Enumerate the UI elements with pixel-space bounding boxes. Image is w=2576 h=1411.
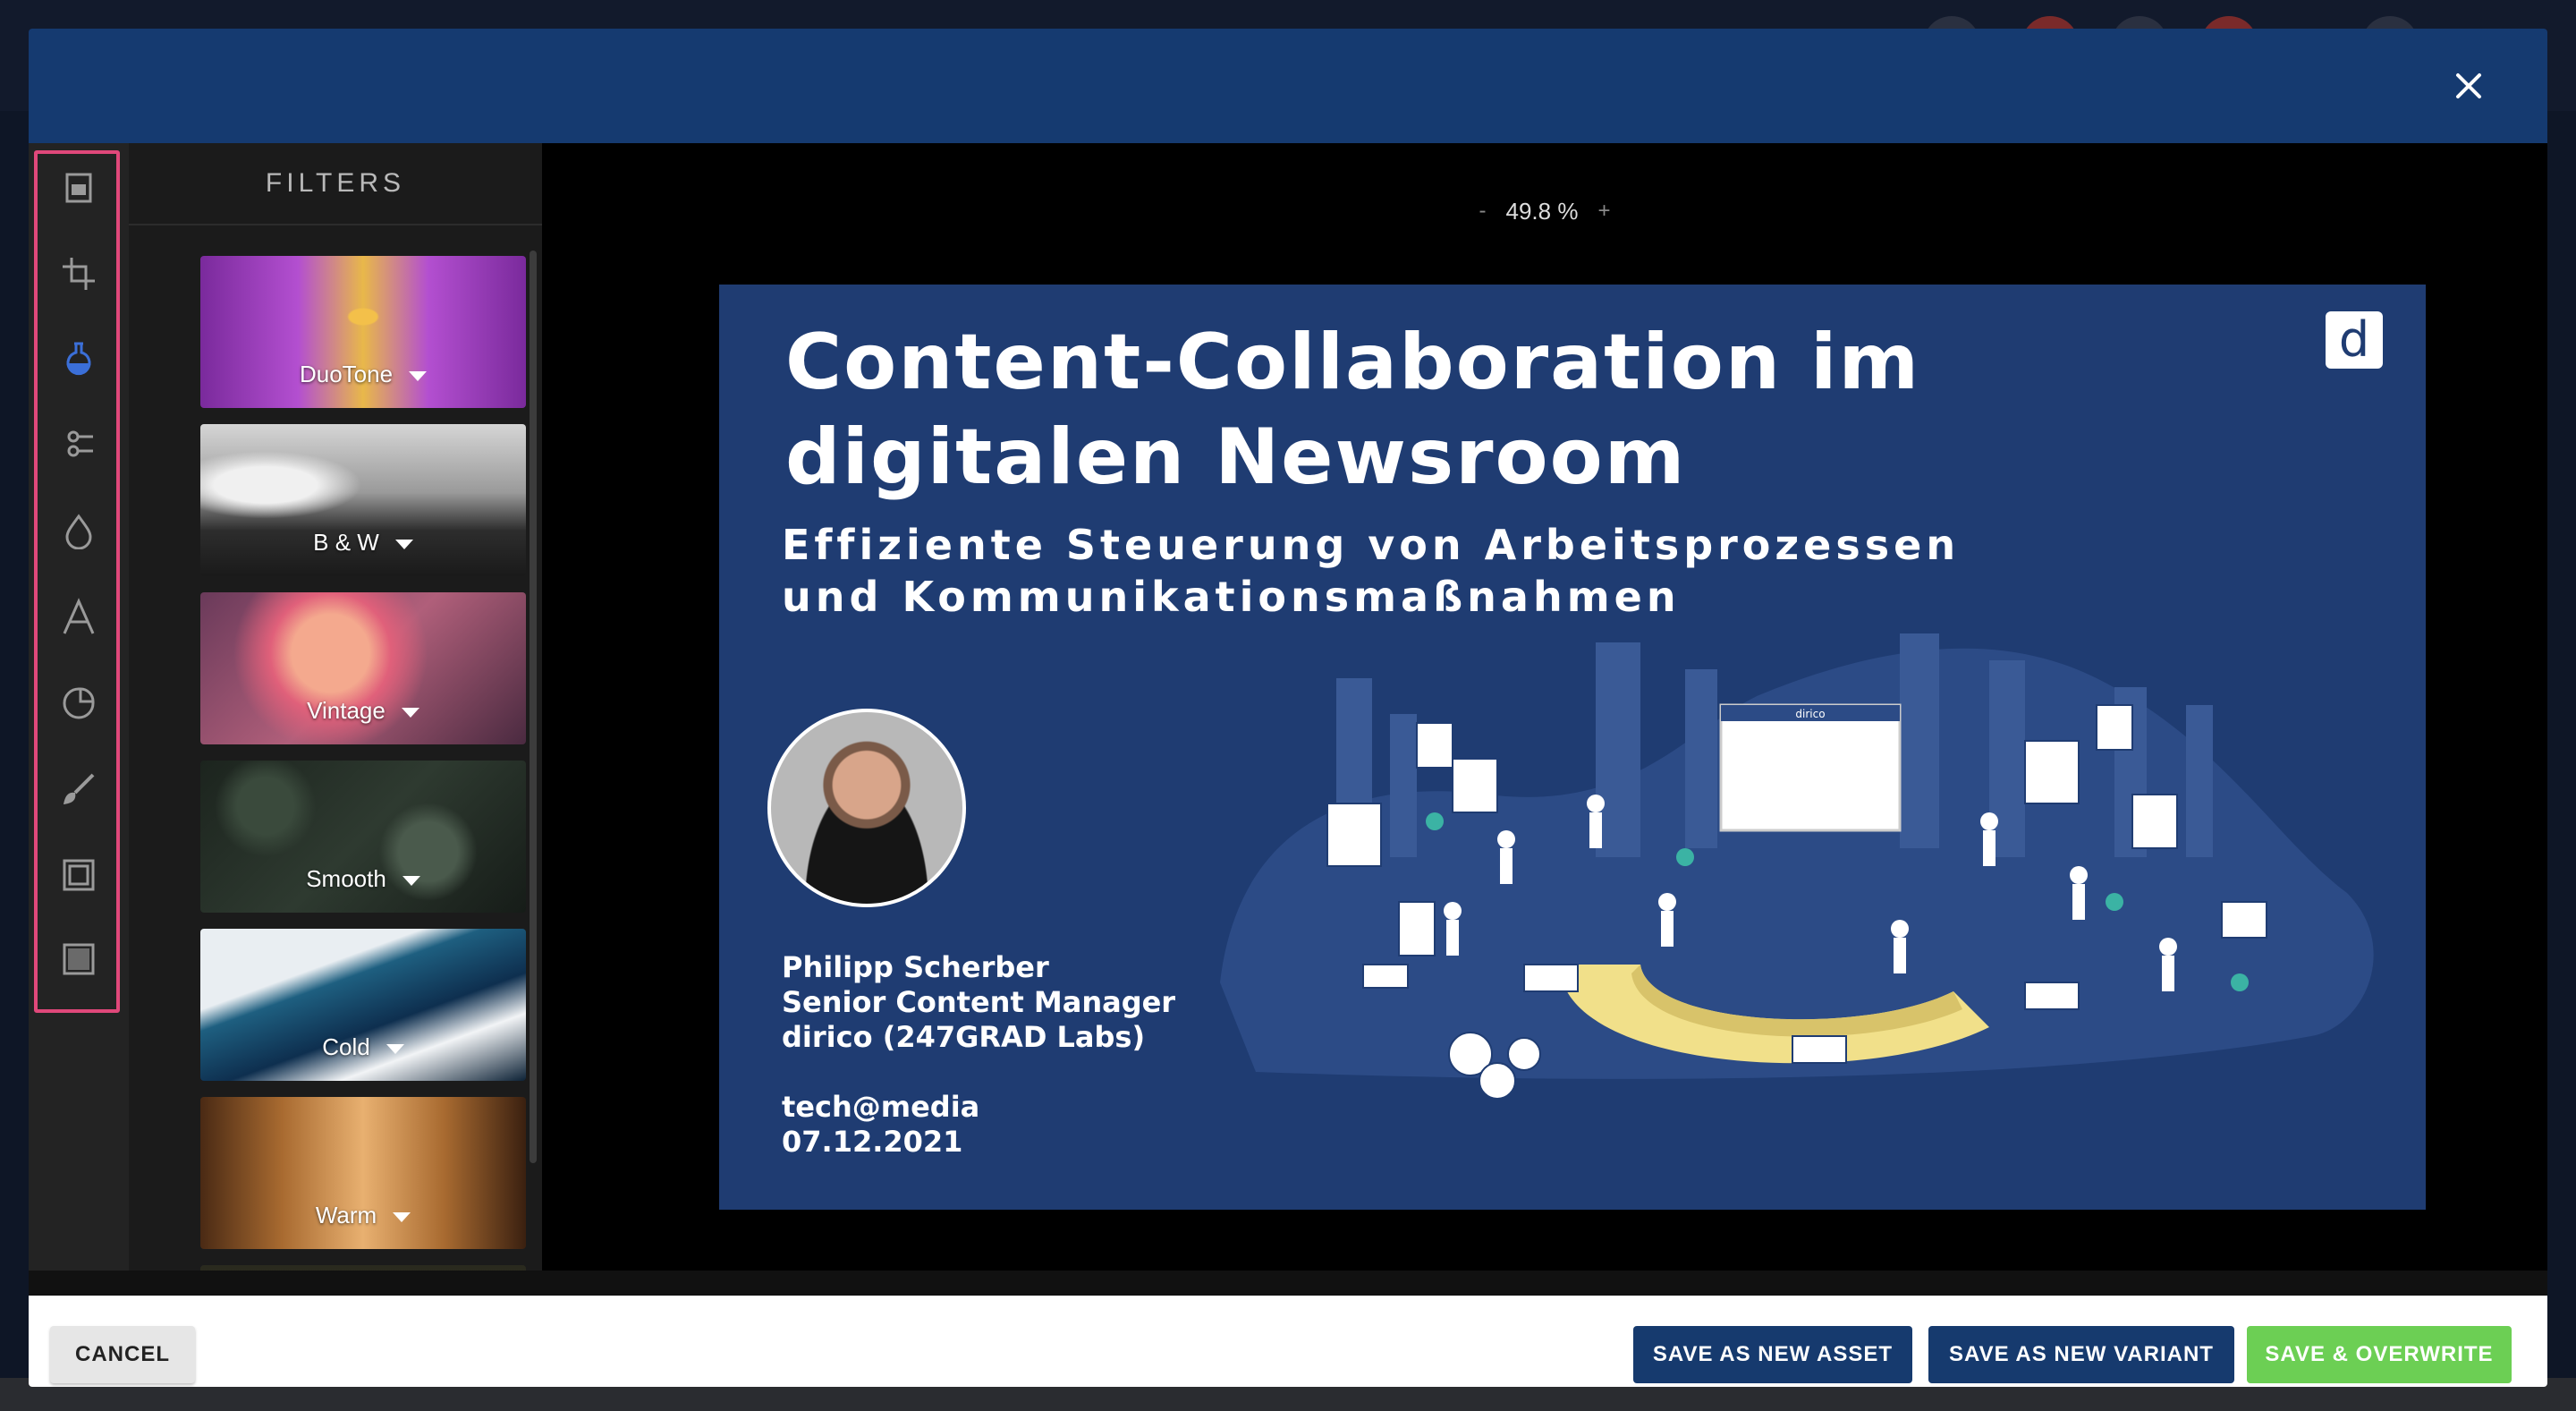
tool-frame[interactable] [52, 848, 106, 902]
caret-down-icon [394, 539, 413, 549]
filter-cold[interactable]: Cold [200, 929, 526, 1081]
tool-adjust[interactable] [52, 417, 106, 471]
caret-down-icon [401, 707, 419, 718]
tool-text[interactable] [52, 591, 106, 644]
zoom-out-button[interactable]: - [1479, 199, 1487, 224]
zoom-control: - 49.8 % + [542, 193, 2547, 229]
tool-focus[interactable] [52, 505, 106, 558]
save-and-overwrite-button[interactable]: SAVE & OVERWRITE [2247, 1326, 2512, 1383]
tool-strip [29, 143, 129, 1271]
filter-warm[interactable]: Warm [200, 1097, 526, 1249]
filter-duotone[interactable]: DuoTone [200, 256, 526, 408]
speaker-photo [767, 709, 966, 907]
tool-library[interactable] [52, 161, 106, 215]
speaker-role: Senior Content Manager [782, 985, 1176, 1019]
filter-label: Smooth [306, 865, 386, 892]
slide-title-line: digitalen Newsroom [785, 412, 1687, 502]
edited-image[interactable]: Content-Collaboration im digitalen Newsr… [719, 285, 2426, 1210]
logo-letter: d [2338, 311, 2370, 368]
filter-scrollbar[interactable] [530, 251, 537, 1163]
filter-list[interactable]: DuoTone B & W Vintage Smooth Cold Warm [129, 227, 542, 1271]
filter-label: Warm [315, 1202, 377, 1228]
tool-crop[interactable] [52, 247, 106, 301]
filter-label: Vintage [307, 697, 386, 724]
canvas-area: - 49.8 % + Content-Collaboration im digi… [542, 143, 2547, 1271]
filters-title: FILTERS [129, 143, 542, 225]
speaker-company: dirico (247GRAD Labs) [782, 1020, 1146, 1054]
caret-down-icon [393, 1211, 411, 1222]
sticker-icon [63, 687, 95, 719]
drop-icon [65, 514, 92, 549]
caret-down-icon [409, 370, 428, 381]
cancel-button[interactable]: CANCEL [50, 1326, 195, 1383]
caret-down-icon [402, 875, 420, 886]
speaker-info: Philipp Scherber Senior Content Manager … [782, 950, 1175, 1055]
zoom-level: 49.8 % [1505, 197, 1579, 225]
image-icon [65, 173, 92, 203]
modal-footer: CANCEL SAVE AS NEW ASSET SAVE AS NEW VAR… [29, 1296, 2547, 1387]
filter-next-partial[interactable] [200, 1265, 526, 1271]
modal-header [29, 29, 2547, 143]
overlay-icon [63, 943, 95, 975]
tool-sticker[interactable] [52, 676, 106, 730]
slide-title: Content-Collaboration im digitalen Newsr… [785, 315, 1920, 505]
save-as-new-asset-button[interactable]: SAVE AS NEW ASSET [1633, 1326, 1912, 1383]
slide-subtitle-line: Effiziente Steuerung von Arbeitsprozesse… [782, 521, 1961, 569]
crop-icon [63, 258, 95, 290]
caret-down-icon [386, 1043, 404, 1054]
close-button[interactable] [2444, 61, 2494, 111]
filter-smooth[interactable]: Smooth [200, 761, 526, 913]
filter-bw[interactable]: B & W [200, 424, 526, 576]
slide-title-line: Content-Collaboration im [785, 318, 1921, 407]
event-info: tech@media 07.12.2021 [782, 1090, 979, 1160]
zoom-in-button[interactable]: + [1597, 199, 1610, 224]
filter-vintage[interactable]: Vintage [200, 592, 526, 744]
event-name: tech@media [782, 1090, 980, 1124]
illustration-screen-label: dirico [1795, 708, 1825, 720]
text-icon [63, 598, 95, 634]
filter-label: B & W [313, 529, 379, 556]
close-icon [2456, 73, 2481, 98]
filter-flask-icon [66, 342, 91, 376]
speaker-name: Philipp Scherber [782, 950, 1049, 984]
event-date: 07.12.2021 [782, 1125, 963, 1159]
filter-label: DuoTone [299, 361, 394, 387]
brush-icon [64, 773, 95, 804]
image-editor-modal: FILTERS DuoTone B & W Vintage Smooth Col… [29, 29, 2547, 1387]
tool-filter[interactable] [52, 331, 106, 385]
tool-brush[interactable] [52, 762, 106, 816]
frame-icon [63, 859, 95, 891]
tool-overlay[interactable] [52, 932, 106, 986]
adjust-icon [67, 430, 93, 457]
save-as-new-variant-button[interactable]: SAVE AS NEW VARIANT [1928, 1326, 2234, 1383]
filter-label: Cold [322, 1033, 370, 1060]
filters-panel: FILTERS DuoTone B & W Vintage Smooth Col… [129, 143, 542, 1271]
newsroom-illustration: dirico [1220, 633, 2374, 1100]
dirico-logo: d [2326, 311, 2383, 369]
